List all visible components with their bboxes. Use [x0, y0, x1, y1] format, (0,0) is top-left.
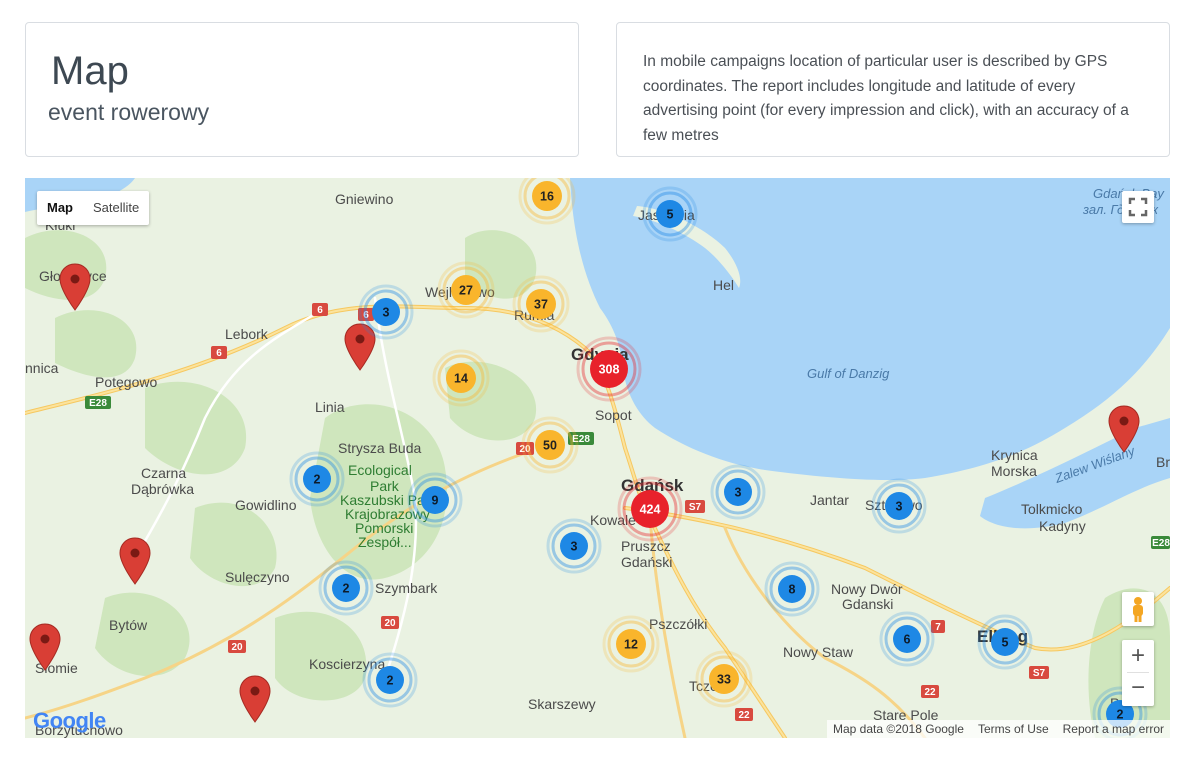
svg-text:Zespół...: Zespół...: [358, 534, 412, 550]
svg-text:Gdanski: Gdanski: [842, 596, 893, 612]
svg-text:22: 22: [738, 710, 750, 721]
cluster-count: 9: [432, 494, 439, 508]
cluster-count: 3: [896, 500, 903, 514]
svg-text:7: 7: [935, 622, 941, 633]
fullscreen-button[interactable]: [1122, 191, 1154, 223]
svg-text:Morska: Morska: [991, 463, 1037, 479]
title-card: Map event rowerowy: [25, 22, 579, 157]
svg-text:Potęgowo: Potęgowo: [95, 374, 157, 390]
svg-text:S7: S7: [689, 502, 702, 513]
map-view[interactable]: 6 6 6 E28 E28 20 20 20 S7 S7 7 22 22 E28…: [25, 178, 1170, 738]
fullscreen-icon: [1128, 197, 1148, 217]
svg-text:Nowy Dwór: Nowy Dwór: [831, 581, 903, 597]
cluster-count: 3: [735, 486, 742, 500]
cluster-count: 2: [343, 582, 350, 596]
svg-text:Szymbark: Szymbark: [375, 580, 438, 596]
cluster-count: 5: [667, 208, 674, 222]
svg-text:Bra: Bra: [1156, 454, 1170, 470]
report-map-error-link[interactable]: Report a map error: [1063, 722, 1164, 736]
cluster-count: 50: [543, 439, 557, 453]
cluster-count: 2: [314, 473, 321, 487]
svg-text:Czarna: Czarna: [141, 465, 186, 481]
zoom-out-button[interactable]: −: [1122, 673, 1154, 705]
svg-text:Bytów: Bytów: [109, 617, 148, 633]
page-subtitle: event rowerowy: [48, 99, 210, 125]
svg-text:Jantar: Jantar: [810, 492, 849, 508]
cluster-count: 2: [387, 674, 394, 688]
map-type-map-button[interactable]: Map: [37, 191, 83, 225]
svg-text:Gniewino: Gniewino: [335, 191, 394, 207]
svg-text:Nowy Staw: Nowy Staw: [783, 644, 854, 660]
svg-text:Strysza Buda: Strysza Buda: [338, 440, 421, 456]
cluster-count: 6: [904, 633, 911, 647]
page-title: Map: [51, 49, 129, 93]
cluster-count: 37: [534, 298, 548, 312]
info-text: In mobile campaigns location of particul…: [643, 53, 1129, 144]
google-logo-text: Google: [33, 708, 106, 733]
svg-text:22: 22: [924, 687, 936, 698]
google-logo[interactable]: Google: [33, 708, 106, 734]
map-canvas[interactable]: 6 6 6 E28 E28 20 20 20 S7 S7 7 22 22 E28…: [25, 178, 1170, 738]
svg-text:Sulęczyno: Sulęczyno: [225, 569, 290, 585]
svg-text:Linia: Linia: [315, 399, 345, 415]
map-type-control: Map Satellite: [37, 191, 150, 225]
svg-text:Krynica: Krynica: [991, 447, 1038, 463]
svg-text:Gdański: Gdański: [621, 554, 672, 570]
cluster-count: 8: [789, 583, 796, 597]
cluster-count: 16: [540, 190, 554, 204]
svg-text:Skarszewy: Skarszewy: [528, 696, 596, 712]
svg-text:Tolkmicko: Tolkmicko: [1021, 501, 1083, 517]
svg-text:20: 20: [384, 618, 396, 629]
cluster-count: 308: [599, 363, 620, 377]
svg-text:nnica: nnica: [25, 360, 59, 376]
cluster-count: 3: [571, 540, 578, 554]
svg-text:6: 6: [216, 348, 222, 359]
cluster-count: 14: [454, 372, 468, 386]
zoom-control: + −: [1122, 640, 1154, 706]
cluster-count: 424: [640, 503, 661, 517]
svg-text:S7: S7: [1033, 668, 1046, 679]
map-type-satellite-button[interactable]: Satellite: [83, 191, 149, 225]
terms-of-use-link[interactable]: Terms of Use: [978, 722, 1049, 736]
svg-text:Ecological: Ecological: [348, 462, 412, 478]
pegman-icon: [1133, 597, 1143, 622]
svg-text:Gulf of Danzig: Gulf of Danzig: [807, 366, 890, 381]
zoom-in-button[interactable]: +: [1122, 640, 1154, 672]
svg-text:6: 6: [317, 305, 323, 316]
svg-text:E28: E28: [1152, 538, 1170, 549]
svg-text:E28: E28: [89, 398, 107, 409]
cluster-count: 27: [459, 284, 473, 298]
svg-text:Pszczółki: Pszczółki: [649, 616, 707, 632]
svg-text:20: 20: [231, 642, 243, 653]
svg-text:Sopot: Sopot: [595, 407, 632, 423]
svg-text:Hel: Hel: [713, 277, 734, 293]
svg-text:Gowidlino: Gowidlino: [235, 497, 297, 513]
svg-text:Dąbrówka: Dąbrówka: [131, 481, 194, 497]
map-attribution: Map data ©2018 Google Terms of Use Repor…: [827, 720, 1170, 738]
cluster-count: 3: [383, 306, 390, 320]
street-view-pegman[interactable]: [1122, 592, 1154, 626]
svg-text:Lebork: Lebork: [225, 326, 269, 342]
map-data-credit: Map data ©2018 Google: [833, 722, 964, 736]
cluster-count: 12: [624, 638, 638, 652]
cluster-count: 33: [717, 673, 731, 687]
info-card: In mobile campaigns location of particul…: [616, 22, 1170, 157]
svg-text:Kadyny: Kadyny: [1039, 518, 1086, 534]
cluster-count: 5: [1002, 636, 1009, 650]
